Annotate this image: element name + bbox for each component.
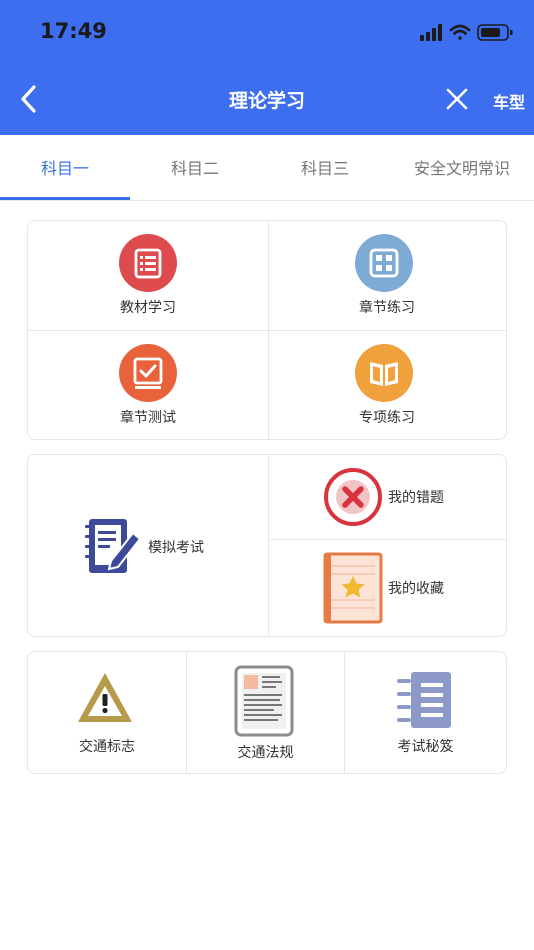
favorites-button[interactable]: 我的收藏 — [268, 540, 506, 636]
header-bar: 17:49 理论学习 车型 — [0, 0, 534, 135]
study-card: 教材学习 章节练习 章节测试 专项练习 — [27, 220, 507, 440]
exam-tips-button[interactable]: 考试秘笈 — [345, 652, 506, 773]
grid-icon — [355, 234, 413, 292]
book-icon — [355, 344, 413, 402]
document-icon — [234, 665, 294, 737]
exam-card: 模拟考试 我的错题 我的收藏 — [27, 454, 507, 637]
exam-tips-label: 考试秘笈 — [397, 739, 454, 755]
active-tab-indicator — [0, 197, 130, 200]
chapter-test-label: 章节测试 — [120, 410, 176, 426]
exam-notepad-icon — [85, 519, 142, 573]
special-practice-label: 专项练习 — [359, 410, 415, 426]
tab-safety-civility[interactable]: 安全文明常识 — [390, 155, 534, 179]
special-practice-button[interactable]: 专项练习 — [268, 331, 506, 439]
textbook-study-button[interactable]: 教材学习 — [28, 221, 268, 330]
battery-icon — [477, 24, 513, 41]
wifi-icon — [449, 24, 471, 40]
tab-subject-two[interactable]: 科目二 — [130, 155, 260, 179]
status-time: 17:49 — [40, 19, 107, 43]
wrong-questions-button[interactable]: 我的错题 — [268, 455, 506, 539]
check-icon — [119, 344, 177, 402]
favorites-label: 我的收藏 — [388, 581, 444, 597]
chapter-test-button[interactable]: 章节测试 — [28, 331, 268, 439]
traffic-signs-label: 交通标志 — [79, 739, 135, 755]
list-icon — [119, 234, 177, 292]
mock-exam-button[interactable]: 模拟考试 — [28, 455, 268, 636]
tab-subject-three[interactable]: 科目三 — [260, 155, 390, 179]
textbook-study-label: 教材学习 — [120, 300, 176, 316]
chapter-practice-button[interactable]: 章节练习 — [268, 221, 506, 330]
car-type-button[interactable]: 车型 — [493, 89, 525, 113]
wrong-x-icon — [324, 468, 382, 526]
notebook-icon — [397, 672, 451, 728]
traffic-signs-button[interactable]: 交通标志 — [28, 652, 186, 773]
signal-icon — [420, 24, 442, 41]
close-icon[interactable] — [444, 86, 470, 112]
warning-sign-icon — [78, 673, 132, 722]
wrong-questions-label: 我的错题 — [388, 490, 444, 506]
favorite-star-icon — [323, 552, 383, 624]
resources-card: 交通标志 交通法规 考试秘笈 — [27, 651, 507, 774]
tab-subject-one[interactable]: 科目一 — [0, 155, 130, 179]
traffic-laws-button[interactable]: 交通法规 — [187, 652, 344, 773]
chapter-practice-label: 章节练习 — [359, 300, 415, 316]
status-icons — [420, 24, 513, 41]
traffic-laws-label: 交通法规 — [237, 745, 294, 761]
subject-tabs: 科目一 科目二 科目三 安全文明常识 — [0, 135, 534, 201]
mock-exam-label: 模拟考试 — [148, 540, 204, 556]
